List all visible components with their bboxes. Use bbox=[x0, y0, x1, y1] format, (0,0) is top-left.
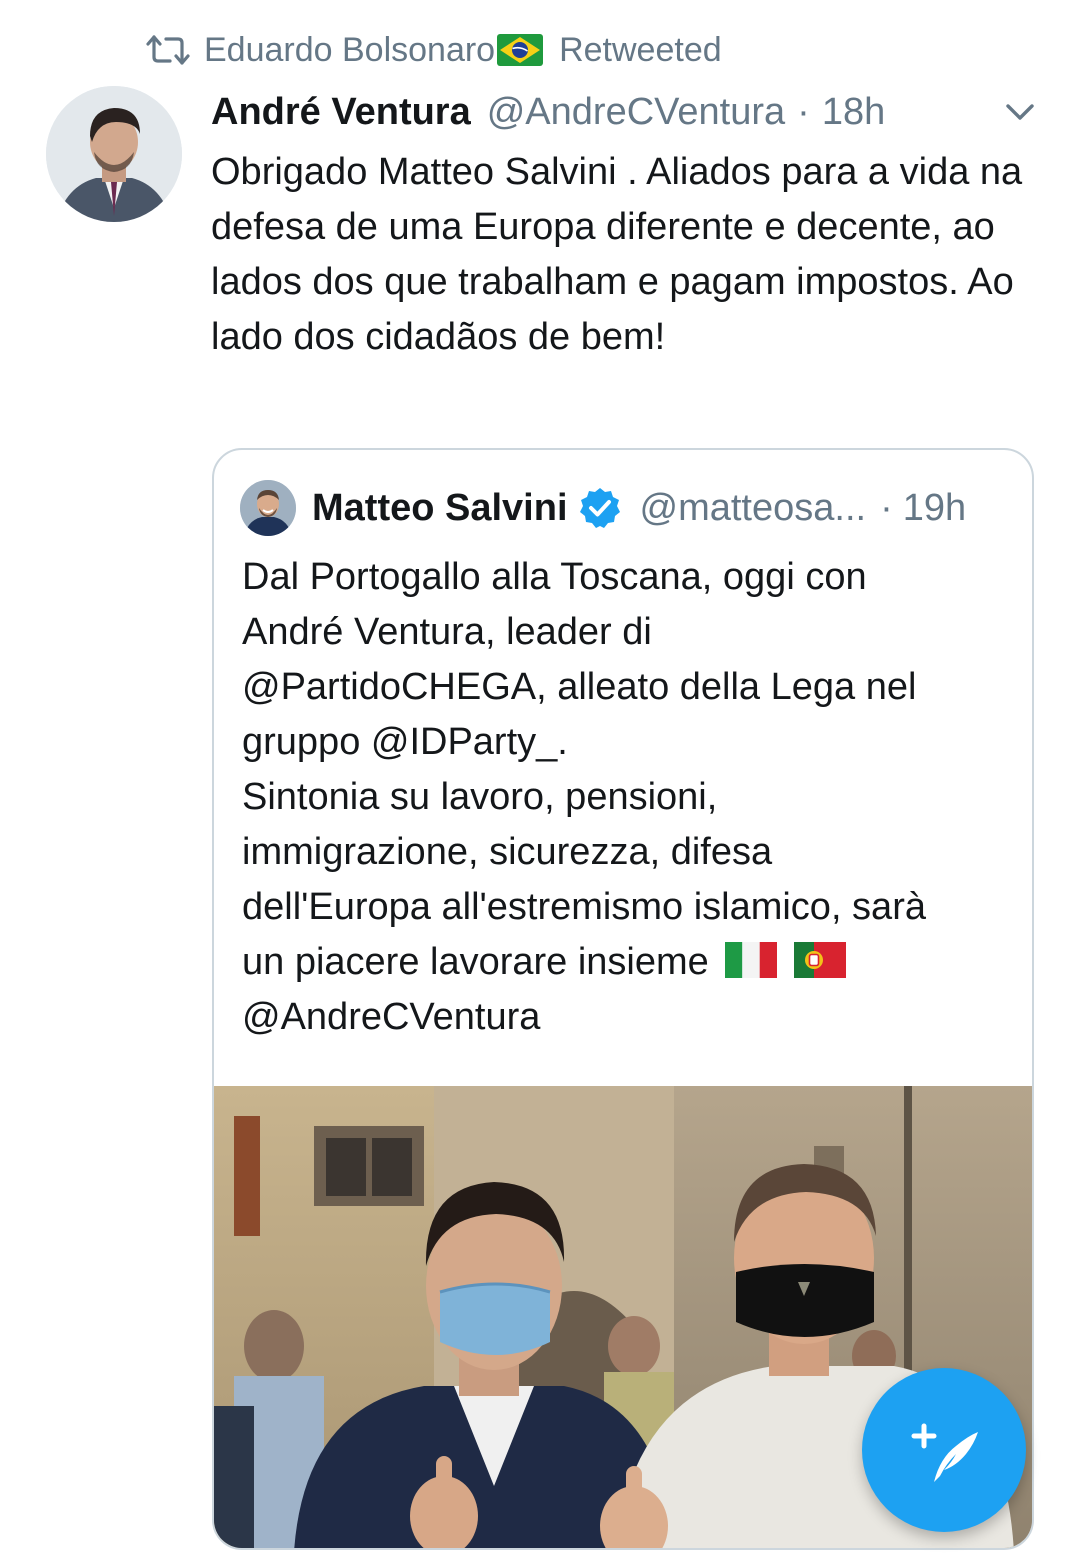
compose-tweet-icon bbox=[911, 1423, 978, 1482]
tweet-time[interactable]: 18h bbox=[822, 91, 885, 134]
quoted-text-line: dell'Europa all'estremismo islamico, sar… bbox=[242, 886, 926, 928]
quoted-text-line: Dal Portogallo alla Toscana, oggi con bbox=[242, 556, 867, 598]
author-name[interactable]: André Ventura bbox=[211, 91, 471, 134]
retweeted-label: Retweeted bbox=[559, 30, 722, 69]
quoted-text-line-with-flags: un piacere lavorare insieme bbox=[242, 935, 1022, 990]
chevron-down-icon[interactable] bbox=[1000, 92, 1040, 132]
quoted-tweet-text: Dal Portogallo alla Toscana, oggi con An… bbox=[242, 550, 1022, 1045]
tweet-text: Obrigado Matteo Salvini . Aliados para a… bbox=[211, 151, 1023, 358]
quoted-header-separator: · bbox=[880, 486, 893, 529]
quoted-text-line: immigrazione, sicurezza, difesa bbox=[242, 831, 773, 873]
quoted-text-line: un piacere lavorare insieme bbox=[242, 941, 709, 983]
author-handle[interactable]: @AndreCVentura bbox=[487, 91, 785, 134]
portugal-flag-icon bbox=[793, 942, 846, 978]
quoted-tweet-header: Matteo Salvini @matteosa... · 19h bbox=[240, 478, 1006, 538]
brazil-flag-icon bbox=[497, 34, 544, 66]
retweet-context[interactable]: Eduardo Bolsonaro Retweeted bbox=[146, 26, 722, 74]
quoted-text-line: Sintonia su lavoro, pensioni, bbox=[242, 776, 718, 818]
italy-flag-icon bbox=[725, 942, 778, 978]
author-avatar[interactable] bbox=[46, 86, 182, 222]
quoted-author-handle[interactable]: @matteosa... bbox=[640, 487, 867, 530]
quoted-tweet-time[interactable]: 19h bbox=[903, 487, 966, 530]
verified-badge-icon bbox=[579, 488, 620, 528]
tweet-page: Eduardo Bolsonaro Retweeted André Ventur… bbox=[0, 0, 1080, 1561]
retweet-icon bbox=[146, 35, 190, 65]
quoted-text-line: @PartidoCHEGA, alleato della Lega nel bbox=[242, 666, 917, 708]
quoted-author-avatar[interactable] bbox=[240, 480, 296, 536]
header-separator: · bbox=[797, 90, 810, 133]
quoted-text-line: gruppo @IDParty_. bbox=[242, 721, 568, 763]
quoted-text-line: André Ventura, leader di bbox=[242, 611, 652, 653]
tweet-header: André Ventura @AndreCVentura · 18h bbox=[211, 84, 1040, 140]
retweeter-name[interactable]: Eduardo Bolsonaro bbox=[204, 31, 495, 70]
quoted-author-name[interactable]: Matteo Salvini bbox=[312, 487, 568, 530]
quoted-text-line: @AndreCVentura bbox=[242, 996, 541, 1038]
compose-tweet-button[interactable] bbox=[862, 1368, 1026, 1532]
